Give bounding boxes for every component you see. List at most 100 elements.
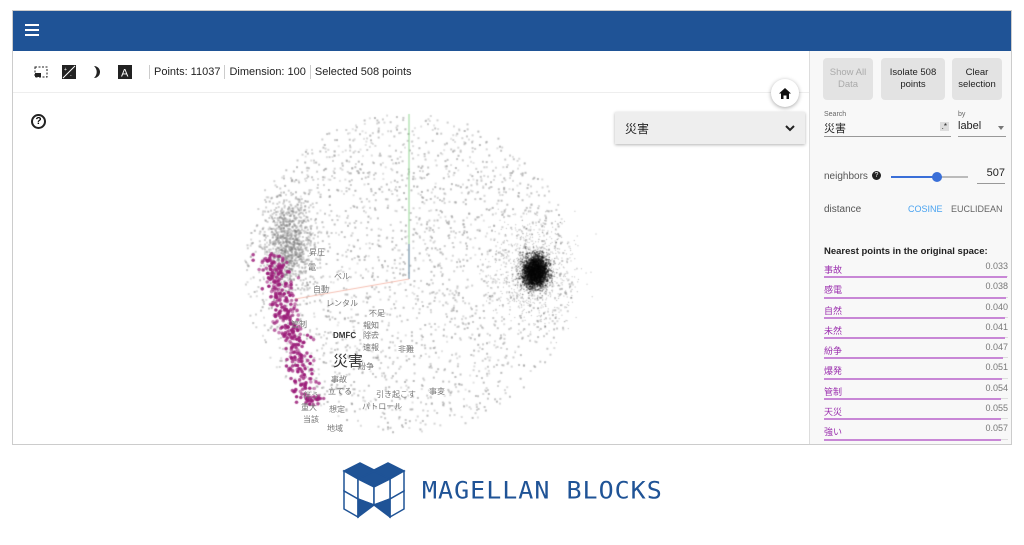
- search-input[interactable]: 災害 .*: [824, 120, 951, 137]
- cube-logo-icon: [342, 462, 406, 519]
- nearest-item[interactable]: 0.057: [824, 442, 1008, 445]
- nearest-label: 未然: [824, 325, 843, 336]
- divider: [309, 64, 311, 79]
- point-label[interactable]: DMFC: [333, 331, 356, 340]
- distance-bar: [824, 377, 1003, 380]
- nearest-distance: 0.041: [985, 321, 1008, 332]
- label-dropdown[interactable]: 災害: [615, 112, 805, 144]
- neighbors-slider[interactable]: [891, 172, 968, 182]
- nearest-distance: 0.054: [985, 382, 1008, 393]
- nearest-item[interactable]: 爆発 0.051: [824, 360, 1008, 380]
- by-select[interactable]: label: [958, 120, 1006, 137]
- distance-bar: [824, 357, 1004, 360]
- toolbar: + - A Points: 11037 Dimension: 100 Select…: [13, 51, 809, 93]
- neighbors-input[interactable]: 507: [977, 167, 1005, 184]
- dropdown-value: 災害: [625, 121, 650, 136]
- slider-fill: [891, 176, 938, 178]
- nearest-distance: 0.033: [985, 261, 1008, 271]
- point-label[interactable]: 自動: [313, 284, 329, 295]
- nearest-label: 事故: [824, 265, 843, 275]
- point-label[interactable]: 引き起こす: [376, 389, 416, 400]
- point-label[interactable]: パトロール: [362, 401, 402, 412]
- moon-icon[interactable]: [89, 64, 105, 80]
- point-label[interactable]: 除去: [363, 330, 379, 341]
- nearest-item[interactable]: 管制 0.054: [824, 381, 1008, 401]
- point-label[interactable]: 当該: [303, 414, 319, 425]
- nearest-item[interactable]: 強い 0.057: [824, 421, 1008, 441]
- point-label[interactable]: 非難: [398, 344, 414, 355]
- slider-thumb[interactable]: [932, 172, 943, 182]
- distance-bar: [824, 337, 1005, 340]
- distance-bar: [824, 418, 1002, 421]
- neighbors-label: neighbors: [824, 171, 868, 182]
- svg-text:A: A: [121, 67, 129, 79]
- night-mode-contrast-icon[interactable]: + -: [61, 64, 77, 80]
- cosine-toggle[interactable]: COSINE: [908, 204, 943, 214]
- distance-bar: [824, 276, 1008, 279]
- nearest-label: 自然: [824, 305, 843, 316]
- point-label[interactable]: 立てる: [328, 386, 352, 397]
- home-icon: [779, 87, 791, 99]
- logo-text: MAGELLAN BLOCKS: [422, 476, 663, 504]
- point-label[interactable]: 事変: [429, 386, 445, 397]
- point-label[interactable]: 事故: [331, 374, 347, 385]
- selected-count: Selected 508 points: [314, 65, 412, 78]
- point-label[interactable]: 管制: [291, 319, 307, 330]
- distance-label: distance: [824, 204, 862, 215]
- label-a-icon[interactable]: A: [117, 64, 133, 80]
- help-icon[interactable]: ?: [31, 114, 46, 129]
- nearest-label: 爆発: [824, 366, 843, 377]
- search-value: 災害: [824, 123, 846, 135]
- point-label[interactable]: 電: [308, 262, 316, 273]
- nearest-item[interactable]: 紛争 0.047: [824, 340, 1008, 360]
- nearest-item[interactable]: 事故 0.033: [824, 259, 1008, 279]
- nearest-distance: 0.055: [985, 403, 1008, 414]
- point-label[interactable]: 重大: [301, 402, 317, 413]
- hamburger-menu-icon[interactable]: [25, 24, 39, 36]
- point-label[interactable]: 伴う: [303, 390, 319, 401]
- point-label[interactable]: 紛争: [358, 361, 374, 372]
- selection-rectangle-icon[interactable]: [33, 64, 49, 80]
- embedding-projector: + - A Points: 11037 Dimension: 100 Select…: [12, 10, 1012, 445]
- search-label: Search: [824, 111, 847, 118]
- point-label[interactable]: 昇圧: [309, 247, 325, 258]
- nearest-distance: 0.057: [985, 423, 1008, 434]
- nearest-label: 紛争: [824, 346, 843, 357]
- reset-view-button[interactable]: [771, 79, 799, 107]
- nearest-label: 強い: [824, 427, 843, 438]
- euclidean-toggle[interactable]: EUCLIDEAN: [951, 204, 1003, 214]
- help-icon[interactable]: ?: [872, 171, 881, 180]
- nearest-label: 管制: [824, 386, 843, 397]
- chevron-down-icon: [785, 124, 795, 131]
- distance-bar: [824, 438, 1001, 441]
- point-label[interactable]: レンタル: [326, 298, 358, 309]
- regex-toggle[interactable]: .*: [939, 122, 949, 131]
- nearest-item[interactable]: 感電 0.038: [824, 279, 1008, 299]
- nearest-distance: 0.047: [985, 342, 1008, 353]
- show-all-data-button[interactable]: Show All Data: [823, 58, 873, 100]
- nearest-list: 事故 0.033 感電 0.038 自然 0.040 未然 0.041 紛争 0.047 爆発 0.0…: [824, 259, 1008, 445]
- inspector-panel: Show All Data Isolate 508 points Clear s…: [809, 51, 1011, 445]
- nearest-title: Nearest points in the original space:: [824, 246, 988, 257]
- clear-selection-button[interactable]: Clear selection: [952, 58, 1002, 100]
- point-label[interactable]: ベル: [334, 271, 350, 282]
- scatter-plot[interactable]: 昇圧電ベル 自動 レンタル 不足 報知 除去 管制 DMFC 速報 非難 災害 紛争 事故 立てる 引き起こ…: [13, 79, 809, 444]
- nearest-item[interactable]: 天災 0.055: [824, 401, 1008, 421]
- divider: [149, 64, 150, 79]
- magellan-blocks-logo: MAGELLAN BLOCKS: [342, 461, 663, 519]
- dimension-count: Dimension: 100: [229, 65, 306, 78]
- point-label[interactable]: 不足: [369, 308, 385, 319]
- caret-down-icon: [998, 126, 1004, 133]
- nearest-item[interactable]: 未然 0.041: [824, 320, 1008, 340]
- nearest-distance: 0.040: [985, 301, 1008, 312]
- points-count: Points: 11037: [154, 65, 221, 78]
- divider: [224, 64, 226, 79]
- nearest-label: 天災: [824, 407, 843, 418]
- nearest-item[interactable]: 自然 0.040: [824, 300, 1008, 320]
- app-header: [13, 11, 1011, 51]
- isolate-points-button[interactable]: Isolate 508 points: [881, 58, 945, 100]
- point-label[interactable]: 速報: [363, 342, 379, 353]
- point-label[interactable]: 想定: [329, 404, 345, 415]
- point-label[interactable]: 地域: [327, 423, 343, 434]
- nearest-label: 感電: [824, 285, 843, 296]
